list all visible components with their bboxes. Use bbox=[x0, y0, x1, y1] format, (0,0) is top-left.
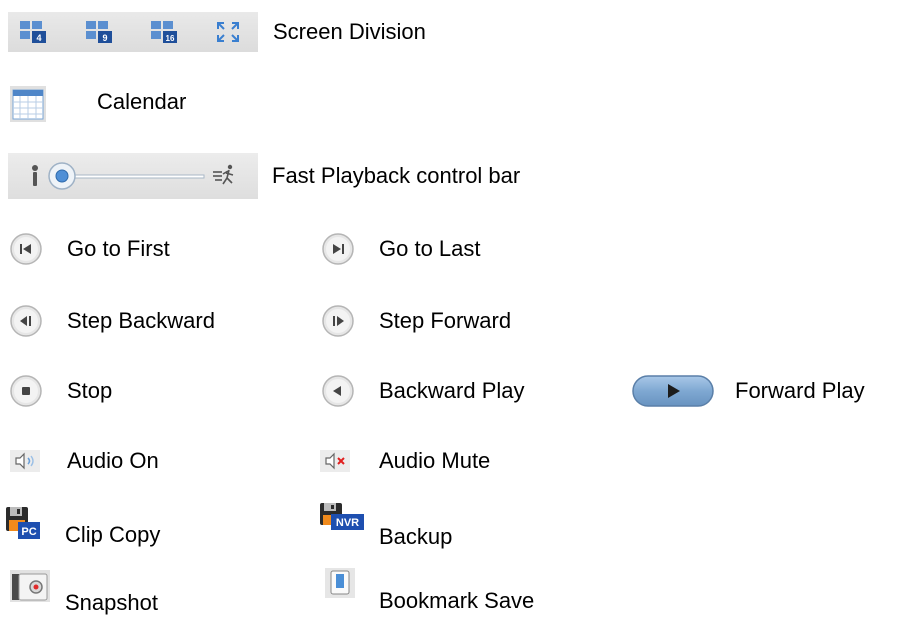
clip-copy-badge: PC bbox=[21, 526, 36, 538]
calendar-icon[interactable] bbox=[10, 86, 46, 122]
go-to-first-label: Go to First bbox=[67, 236, 170, 261]
split-4-badge: 4 bbox=[36, 33, 41, 43]
audio-on-label: Audio On bbox=[67, 448, 159, 473]
fast-playback-control-bar[interactable] bbox=[8, 153, 258, 199]
forward-play-label: Forward Play bbox=[735, 378, 865, 403]
bookmark-save-icon[interactable] bbox=[325, 568, 355, 598]
slow-person-icon bbox=[32, 165, 38, 186]
snapshot-label: Snapshot bbox=[65, 590, 158, 615]
fullscreen-icon[interactable] bbox=[216, 21, 240, 43]
go-to-last-button[interactable] bbox=[320, 232, 356, 266]
step-backward-button[interactable] bbox=[8, 304, 44, 338]
step-backward-label: Step Backward bbox=[67, 308, 215, 333]
fast-playback-label: Fast Playback control bar bbox=[272, 163, 521, 188]
clip-copy-icon[interactable]: PC bbox=[6, 507, 42, 541]
audio-on-icon[interactable] bbox=[10, 450, 40, 472]
clip-copy-label: Clip Copy bbox=[65, 522, 161, 547]
split-16-icon[interactable]: 16 bbox=[151, 21, 179, 43]
screen-division-toolbar: 4 9 16 bbox=[8, 12, 258, 52]
backup-icon[interactable]: NVR bbox=[320, 503, 366, 535]
backward-play-button[interactable] bbox=[320, 374, 356, 408]
step-forward-label: Step Forward bbox=[379, 308, 512, 333]
fast-person-icon bbox=[213, 164, 234, 185]
split-4-icon[interactable]: 4 bbox=[20, 21, 48, 43]
backup-badge: NVR bbox=[336, 517, 359, 529]
audio-mute-label: Audio Mute bbox=[379, 448, 491, 473]
snapshot-icon[interactable] bbox=[10, 570, 50, 602]
backup-label: Backup bbox=[379, 524, 453, 549]
speed-slider[interactable] bbox=[8, 153, 258, 199]
forward-play-button[interactable] bbox=[632, 375, 714, 407]
screen-division-label: Screen Division bbox=[273, 19, 426, 44]
split-9-badge: 9 bbox=[102, 33, 107, 43]
step-forward-button[interactable] bbox=[320, 304, 356, 338]
audio-mute-icon[interactable] bbox=[320, 450, 350, 472]
stop-label: Stop bbox=[67, 378, 113, 403]
calendar-label: Calendar bbox=[97, 89, 187, 114]
stop-button[interactable] bbox=[8, 374, 44, 408]
go-to-first-button[interactable] bbox=[8, 232, 44, 266]
split-9-icon[interactable]: 9 bbox=[86, 21, 114, 43]
backward-play-label: Backward Play bbox=[379, 378, 525, 403]
split-16-badge: 16 bbox=[166, 34, 175, 43]
bookmark-save-label: Bookmark Save bbox=[379, 588, 535, 613]
go-to-last-label: Go to Last bbox=[379, 236, 481, 261]
